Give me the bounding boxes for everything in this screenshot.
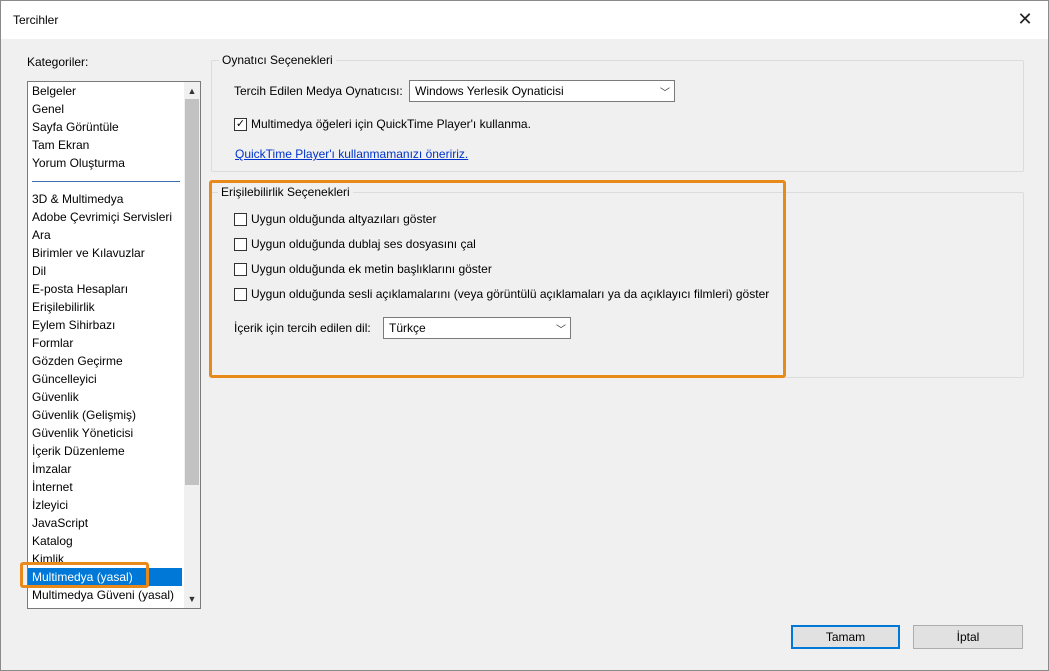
- category-item[interactable]: Katalog: [28, 532, 182, 550]
- category-item[interactable]: Güvenlik: [28, 388, 182, 406]
- chevron-down-icon: ﹀: [556, 324, 566, 336]
- extra-captions-checkbox[interactable]: [234, 263, 247, 276]
- categories-list[interactable]: Belgeler Genel Sayfa Görüntüle Tam Ekran Yor…: [27, 81, 201, 609]
- category-item[interactable]: Gözden Geçirme: [28, 352, 182, 370]
- category-item[interactable]: İnternet: [28, 478, 182, 496]
- category-item[interactable]: Erişilebilirlik: [28, 298, 182, 316]
- category-item[interactable]: Dil: [28, 262, 182, 280]
- preferred-player-label: Tercih Edilen Medya Oynatıcısı:: [234, 84, 403, 98]
- cancel-button[interactable]: İptal: [913, 625, 1023, 649]
- scroll-up-button[interactable]: ▲: [184, 83, 200, 99]
- preferences-dialog: Tercihler ✕ Kategoriler: Belgeler Genel Sa…: [0, 0, 1049, 671]
- category-item[interactable]: Güvenlik Yöneticisi: [28, 424, 182, 442]
- player-options-title: Oynatıcı Seçenekleri: [219, 53, 336, 67]
- scroll-down-button[interactable]: ▼: [184, 591, 200, 607]
- chevron-down-icon: ﹀: [660, 87, 670, 99]
- category-item[interactable]: Ara: [28, 226, 182, 244]
- cancel-button-label: İptal: [956, 630, 980, 644]
- scroll-thumb[interactable]: [185, 99, 199, 485]
- list-scrollbar[interactable]: ▲ ▼: [184, 82, 200, 608]
- category-item[interactable]: İmzalar: [28, 460, 182, 478]
- close-button[interactable]: ✕: [1008, 5, 1042, 33]
- accessibility-highlight: [209, 180, 786, 378]
- ok-button-label: Tamam: [825, 630, 866, 644]
- category-item[interactable]: Adobe Çevrimiçi Servisleri: [28, 208, 182, 226]
- category-item[interactable]: Formlar: [28, 334, 182, 352]
- close-icon: ✕: [1017, 8, 1033, 29]
- audio-descriptions-label: Uygun olduğunda sesli açıklamalarını (ve…: [251, 287, 770, 301]
- category-item[interactable]: Güncelleyici: [28, 370, 182, 388]
- categories-label: Kategoriler:: [27, 55, 89, 69]
- chevron-up-icon: ▲: [187, 86, 197, 96]
- category-item[interactable]: Sayfa Görüntüle: [28, 118, 182, 136]
- category-item[interactable]: Eylem Sihirbazı: [28, 316, 182, 334]
- subtitles-label: Uygun olduğunda altyazıları göster: [251, 212, 437, 226]
- category-item[interactable]: Tam Ekran: [28, 136, 182, 154]
- category-item[interactable]: İzleyici: [28, 496, 182, 514]
- window-title: Tercihler: [13, 13, 59, 27]
- category-item[interactable]: Yorum Oluşturma: [28, 154, 182, 172]
- category-item[interactable]: Güvenlik (Gelişmiş): [28, 406, 182, 424]
- category-item[interactable]: Multimedya Güveni (yasal): [28, 586, 182, 604]
- check-icon: ✓: [235, 118, 246, 130]
- quicktime-checkbox[interactable]: ✓: [234, 118, 247, 131]
- quicktime-recommendation-link[interactable]: QuickTime Player'ı kullanmamanızı önerir…: [235, 147, 468, 161]
- extra-captions-label: Uygun olduğunda ek metin başlıklarını gö…: [251, 262, 492, 276]
- preferred-player-select[interactable]: Windows Yerlesik Oynaticisi ﹀: [409, 80, 675, 102]
- quicktime-label: Multimedya öğeleri için QuickTime Player…: [251, 117, 531, 131]
- content-language-select[interactable]: Türkçe ﹀: [383, 317, 571, 339]
- dub-audio-label: Uygun olduğunda dublaj ses dosyasını çal: [251, 237, 476, 251]
- category-item[interactable]: İçerik Düzenleme: [28, 442, 182, 460]
- chevron-down-icon: ▼: [187, 594, 197, 604]
- dub-audio-checkbox[interactable]: [234, 238, 247, 251]
- category-item[interactable]: Belgeler: [28, 82, 182, 100]
- list-separator: [32, 181, 180, 182]
- content-language-value: Türkçe: [389, 321, 426, 335]
- selected-category-highlight: [20, 562, 149, 588]
- category-item[interactable]: E-posta Hesapları: [28, 280, 182, 298]
- title-bar: Tercihler ✕: [1, 1, 1048, 39]
- category-item[interactable]: Genel: [28, 100, 182, 118]
- audio-descriptions-checkbox[interactable]: [234, 288, 247, 301]
- category-item[interactable]: Birimler ve Kılavuzlar: [28, 244, 182, 262]
- content-language-label: İçerik için tercih edilen dil:: [234, 321, 371, 335]
- subtitles-checkbox[interactable]: [234, 213, 247, 226]
- category-item[interactable]: JavaScript: [28, 514, 182, 532]
- ok-button[interactable]: Tamam: [791, 625, 900, 649]
- category-item[interactable]: 3D & Multimedya: [28, 190, 182, 208]
- preferred-player-value: Windows Yerlesik Oynaticisi: [415, 84, 564, 98]
